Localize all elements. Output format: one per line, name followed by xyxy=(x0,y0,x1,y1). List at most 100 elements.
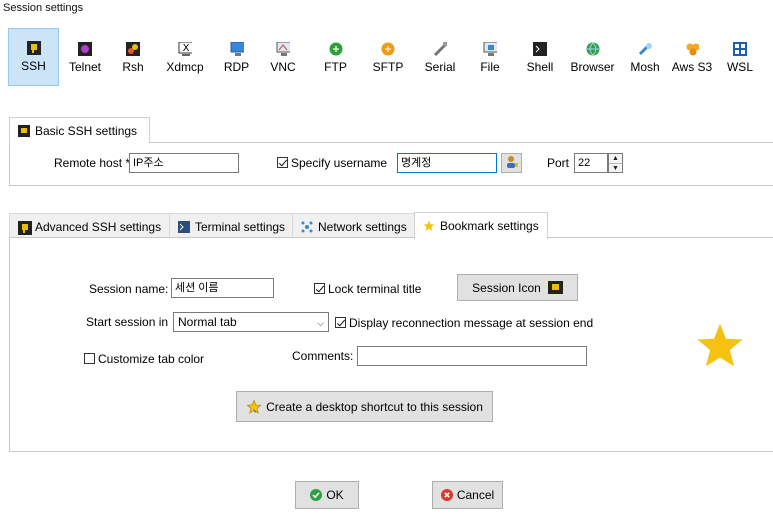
session-type-telnet[interactable]: Telnet xyxy=(62,28,108,86)
session-type-label: VNC xyxy=(270,60,296,74)
comments-input[interactable] xyxy=(357,346,587,366)
session-type-label: Telnet xyxy=(68,60,102,74)
port-label: Port xyxy=(547,156,570,170)
rdp-icon xyxy=(230,42,244,56)
window-title: Session settings xyxy=(3,2,84,14)
cancel-button[interactable]: Cancel xyxy=(432,481,503,509)
session-type-wsl[interactable]: WSL xyxy=(720,28,760,86)
file-icon xyxy=(483,42,497,56)
tab-network-settings[interactable]: Network settings xyxy=(292,213,416,239)
remote-host-label: Remote host * xyxy=(54,156,131,170)
session-type-file[interactable]: File xyxy=(466,28,514,86)
session-type-label: Xdmcp xyxy=(166,60,204,74)
session-type-ftp[interactable]: FTP xyxy=(311,28,360,86)
start-session-select[interactable]: Normal tab ⌵ xyxy=(173,312,329,332)
session-icon-button[interactable]: Session Icon xyxy=(457,274,578,301)
specify-username-checkbox[interactable] xyxy=(277,157,288,168)
specify-username-label: Specify username xyxy=(291,156,388,170)
customize-tab-color-label: Customize tab color xyxy=(98,352,205,366)
ok-button[interactable]: OK xyxy=(295,481,359,509)
network-icon xyxy=(301,221,313,233)
port-spinner[interactable]: ▲ ▼ xyxy=(608,153,623,173)
session-type-aws-s3[interactable]: Aws S3 xyxy=(664,28,720,86)
remote-host-input[interactable]: IP주소 xyxy=(129,153,239,173)
star-shortcut-icon xyxy=(246,398,262,415)
username-input[interactable]: 명계정 xyxy=(397,153,497,173)
sftp-icon xyxy=(381,42,395,56)
tab-bookmark-settings[interactable]: Bookmark settings xyxy=(414,212,548,239)
session-type-mosh[interactable]: Mosh xyxy=(621,28,669,86)
check-circle-icon xyxy=(310,489,323,501)
ssh-icon xyxy=(547,281,563,294)
session-type-rdp[interactable]: RDP xyxy=(215,28,258,86)
session-type-label: Rsh xyxy=(122,60,144,74)
customize-tab-color-checkbox[interactable] xyxy=(84,353,95,364)
bookmark-star-icon xyxy=(695,322,745,370)
bookmark-settings-panel: Session name: 세션 이름 Lock terminal title … xyxy=(9,237,773,452)
tab-label: Terminal settings xyxy=(195,219,286,234)
comments-label: Comments: xyxy=(292,349,354,363)
user-manager-button[interactable] xyxy=(501,153,522,173)
rsh-icon xyxy=(126,42,140,56)
shell-icon xyxy=(533,42,547,56)
session-type-toolbar: SSH Telnet Rsh X Xdmcp RDP VNC FTP SFTP Serial Fil… xyxy=(8,28,768,88)
tab-label: Bookmark settings xyxy=(440,219,539,233)
ftp-icon xyxy=(329,42,343,56)
session-type-rsh[interactable]: Rsh xyxy=(111,28,155,86)
session-type-label: Shell xyxy=(526,60,554,74)
session-type-browser[interactable]: Browser xyxy=(565,28,620,86)
tab-label: Network settings xyxy=(318,219,407,234)
session-name-label: Session name: xyxy=(89,282,169,296)
session-type-sftp[interactable]: SFTP xyxy=(363,28,413,86)
session-type-label: Mosh xyxy=(630,60,660,74)
cancel-circle-icon xyxy=(440,489,453,501)
session-type-ssh[interactable]: SSH xyxy=(8,28,59,86)
tab-advanced-ssh-settings[interactable]: Advanced SSH settings xyxy=(9,213,170,239)
display-reconnect-label: Display reconnection message at session … xyxy=(349,316,594,330)
start-session-label: Start session in xyxy=(86,315,169,329)
create-desktop-shortcut-button[interactable]: Create a desktop shortcut to this sessio… xyxy=(236,391,493,422)
session-type-shell[interactable]: Shell xyxy=(516,28,564,86)
session-type-label: SFTP xyxy=(372,60,404,74)
ssh-icon xyxy=(18,220,32,235)
session-type-label: WSL xyxy=(726,60,753,74)
ssh-icon xyxy=(26,41,41,55)
session-type-label: Aws S3 xyxy=(671,60,713,74)
spin-up-icon[interactable]: ▲ xyxy=(609,154,622,164)
start-session-value: Normal tab xyxy=(178,315,237,329)
ssh-icon xyxy=(18,124,30,137)
lock-terminal-title-label: Lock terminal title xyxy=(328,282,422,296)
serial-icon xyxy=(433,42,447,56)
session-name-input[interactable]: 세션 이름 xyxy=(171,278,274,298)
svg-text:X: X xyxy=(183,43,190,54)
port-input[interactable]: 22 xyxy=(574,153,608,173)
display-reconnect-checkbox[interactable] xyxy=(335,317,346,328)
session-type-label: FTP xyxy=(324,60,347,74)
session-type-label: RDP xyxy=(223,60,250,74)
tab-basic-ssh-label: Basic SSH settings xyxy=(35,123,138,138)
user-icon xyxy=(505,155,519,172)
chevron-down-icon: ⌵ xyxy=(317,318,324,328)
session-type-label: File xyxy=(480,60,500,74)
tab-basic-ssh-settings[interactable]: Basic SSH settings xyxy=(9,117,150,143)
create-shortcut-label: Create a desktop shortcut to this sessio… xyxy=(266,399,483,414)
vnc-icon xyxy=(276,42,290,56)
session-type-vnc[interactable]: VNC xyxy=(258,28,308,86)
session-type-xdmcp[interactable]: X Xdmcp xyxy=(158,28,212,86)
wsl-icon xyxy=(733,42,747,56)
tab-label: Advanced SSH settings xyxy=(35,219,162,234)
lock-terminal-title-checkbox[interactable] xyxy=(314,283,325,294)
mosh-icon xyxy=(638,42,652,56)
tab-terminal-settings[interactable]: Terminal settings xyxy=(169,213,293,239)
browser-icon xyxy=(586,42,600,56)
ok-label: OK xyxy=(326,488,344,502)
terminal-icon xyxy=(178,220,190,233)
telnet-icon xyxy=(78,42,92,56)
spin-down-icon[interactable]: ▼ xyxy=(609,164,622,173)
session-type-label: SSH xyxy=(21,59,46,73)
aws-s3-icon xyxy=(685,42,699,56)
xdmcp-icon: X xyxy=(178,42,192,56)
basic-ssh-panel: Remote host * IP주소 Specify username 명계정 … xyxy=(9,142,773,186)
session-type-serial[interactable]: Serial xyxy=(416,28,464,86)
session-type-label: Browser xyxy=(570,60,615,74)
